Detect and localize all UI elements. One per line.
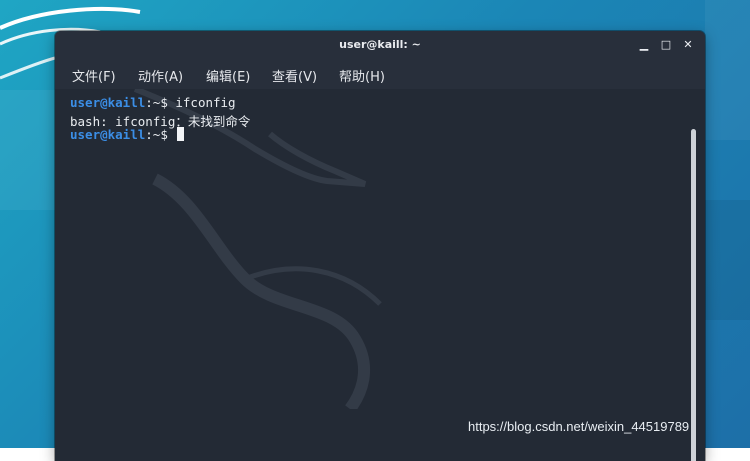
scrollbar-thumb[interactable] <box>691 129 696 461</box>
menu-view[interactable]: 查看(V) <box>272 66 317 85</box>
menu-action[interactable]: 动作(A) <box>138 66 183 85</box>
menu-edit[interactable]: 编辑(E) <box>206 66 250 85</box>
watermark: https://blog.csdn.net/weixin_44519789 <box>468 419 690 434</box>
prompt-sep: :~$ <box>145 127 176 142</box>
terminal-window[interactable]: user@kaill: ~ ▁ □ ✕ 文件(F) 动作(A) 编辑(E) 查看… <box>55 31 705 461</box>
menu-file[interactable]: 文件(F) <box>72 66 116 85</box>
terminal-line: user@kaill:~$ <box>70 127 185 142</box>
maximize-icon[interactable]: □ <box>657 36 675 54</box>
terminal-scrollbar[interactable] <box>687 89 705 461</box>
prompt-sep: :~$ <box>145 95 176 110</box>
window-titlebar[interactable]: user@kaill: ~ ▁ □ ✕ <box>55 31 705 59</box>
menu-bar: 文件(F) 动作(A) 编辑(E) 查看(V) 帮助(H) <box>55 59 705 89</box>
command-text: ifconfig <box>175 95 236 110</box>
terminal-line: user@kaill:~$ ifconfig <box>70 95 236 110</box>
close-icon[interactable]: ✕ <box>679 36 697 54</box>
minimize-icon[interactable]: ▁ <box>635 36 653 54</box>
text-cursor <box>177 127 185 141</box>
window-title: user@kaill: ~ <box>339 38 421 51</box>
terminal-output[interactable]: user@kaill:~$ ifconfig bash: ifconfig：未找… <box>55 89 687 461</box>
menu-help[interactable]: 帮助(H) <box>339 66 385 85</box>
prompt-user: user@kaill <box>70 127 146 142</box>
prompt-user: user@kaill <box>70 95 146 110</box>
